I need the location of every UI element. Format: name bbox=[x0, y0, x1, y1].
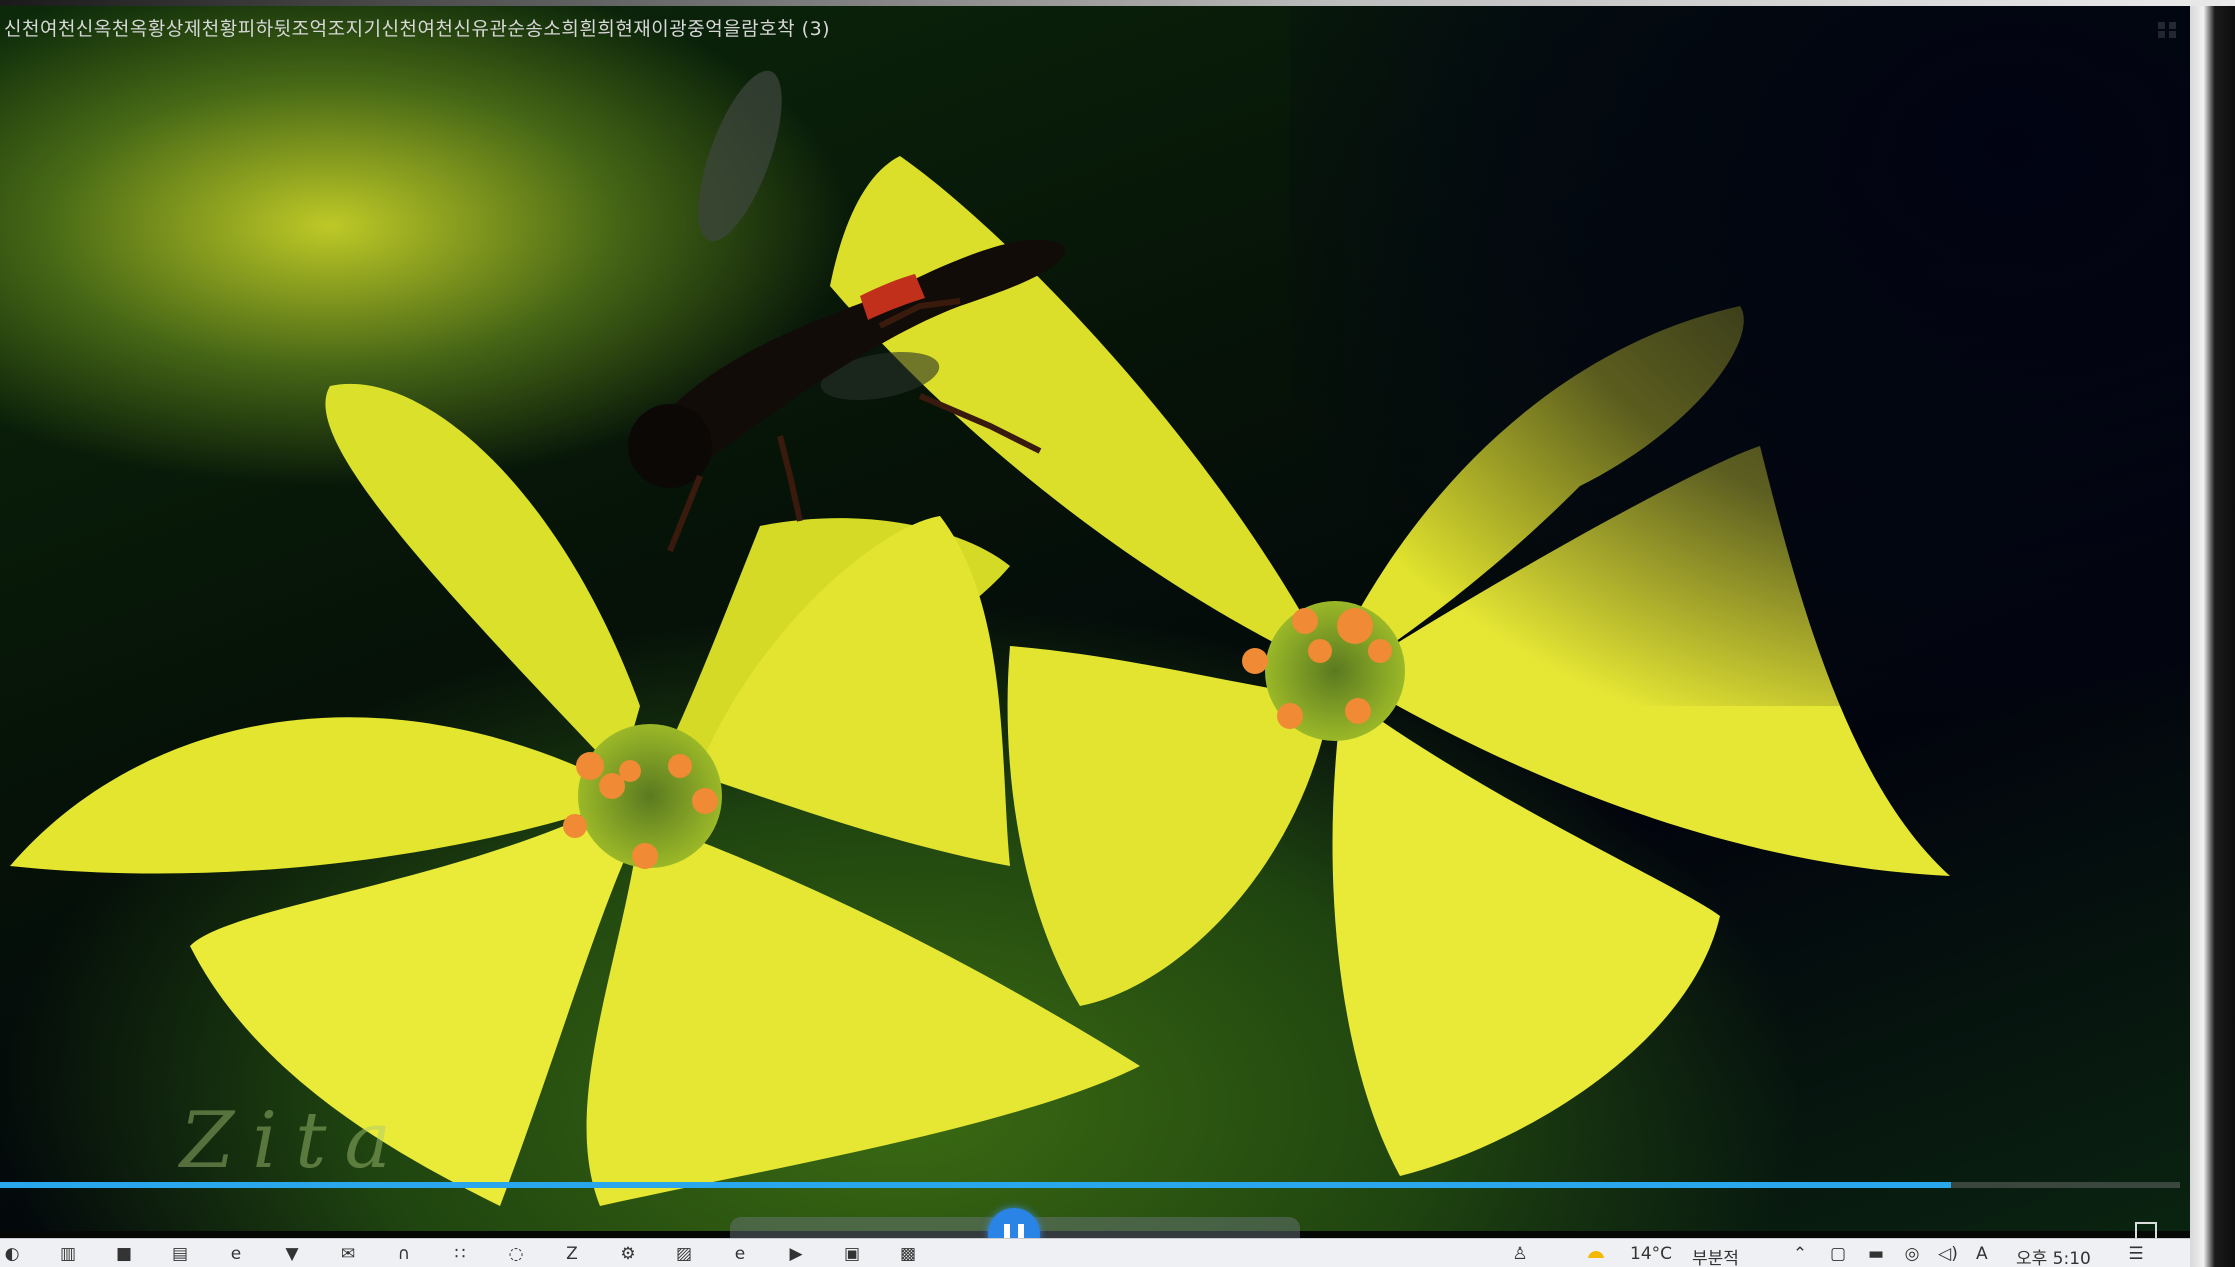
mail-icon[interactable]: ✉ bbox=[336, 1243, 360, 1265]
file-explorer-icon[interactable]: ▤ bbox=[168, 1243, 192, 1265]
adobe-reader-icon[interactable]: ▣ bbox=[840, 1243, 864, 1265]
network-globe-icon[interactable]: ◎ bbox=[1900, 1243, 1924, 1265]
video-player[interactable]: 신천여천신옥천옥황상제천황피하뒷조억조지기신천여천신유관순송소희흰희현재이광중억… bbox=[0, 6, 2190, 1231]
video-title: 신천여천신옥천옥황상제천황피하뒷조억조지기신천여천신유관순송소희흰희현재이광중억… bbox=[4, 18, 831, 40]
video-progress-bar[interactable] bbox=[0, 1182, 2180, 1188]
people-icon[interactable]: ♙ bbox=[1508, 1243, 1532, 1265]
monitor-bezel bbox=[2190, 0, 2235, 1267]
input-method-indicator[interactable]: A bbox=[1976, 1244, 1988, 1264]
volume-icon[interactable]: ◁) bbox=[1936, 1243, 1960, 1265]
video-watermark: Zita bbox=[180, 1096, 409, 1186]
clock-time[interactable]: 오후 5:10 bbox=[2016, 1244, 2091, 1267]
edge-browser-icon[interactable]: e bbox=[224, 1243, 248, 1265]
weather-partly-cloudy-icon[interactable] bbox=[1584, 1243, 1608, 1265]
mcafee-icon[interactable]: ▼ bbox=[280, 1243, 304, 1265]
messenger-icon[interactable]: ◌ bbox=[504, 1243, 528, 1265]
task-view-icon[interactable]: ▥ bbox=[56, 1243, 80, 1265]
show-hidden-icons-chevron-icon[interactable]: ⌃ bbox=[1788, 1243, 1812, 1265]
media-player-icon[interactable]: ▶ bbox=[784, 1243, 808, 1265]
monitor-bezel-top bbox=[0, 0, 2235, 6]
pdf-tool-icon[interactable]: ▩ bbox=[896, 1243, 920, 1265]
office-icon[interactable]: ■ bbox=[112, 1243, 136, 1265]
image-viewer-icon[interactable]: ▨ bbox=[672, 1243, 696, 1265]
headset-icon[interactable]: ∩ bbox=[392, 1243, 416, 1265]
video-frame-flowers bbox=[10, 70, 1950, 1206]
left-flower bbox=[10, 383, 1140, 1206]
menu-grip-icon[interactable] bbox=[2158, 22, 2180, 42]
settings-gear-icon[interactable]: ⚙ bbox=[616, 1243, 640, 1265]
notifications-icon[interactable]: ☰ bbox=[2124, 1243, 2148, 1265]
battery-icon[interactable]: ▬ bbox=[1864, 1243, 1888, 1265]
filezilla-icon[interactable]: Z bbox=[560, 1243, 584, 1265]
windows-taskbar: ◐ ▥ ■ ▤ e ▼ ✉ ∩ ∷ ◌ Z ⚙ ▨ e ▶ ▣ ▩ ♙ 14°C 부분적 ⌃ ▢ ▬ ◎ ◁) … bbox=[0, 1238, 2190, 1267]
video-progress-fill bbox=[0, 1182, 1952, 1188]
weather-condition[interactable]: 부분적 bbox=[1692, 1244, 1739, 1267]
weather-temperature[interactable]: 14°C bbox=[1630, 1244, 1672, 1264]
windows-start-icon[interactable]: ◐ bbox=[0, 1243, 24, 1265]
meet-now-icon[interactable]: ▢ bbox=[1826, 1243, 1850, 1265]
internet-explorer-icon[interactable]: e bbox=[728, 1243, 752, 1265]
apps-grid-icon[interactable]: ∷ bbox=[448, 1243, 472, 1265]
monitor-screen: 신천여천신옥천옥황상제천황피하뒷조억조지기신천여천신유관순송소희흰희현재이광중억… bbox=[0, 0, 2190, 1267]
